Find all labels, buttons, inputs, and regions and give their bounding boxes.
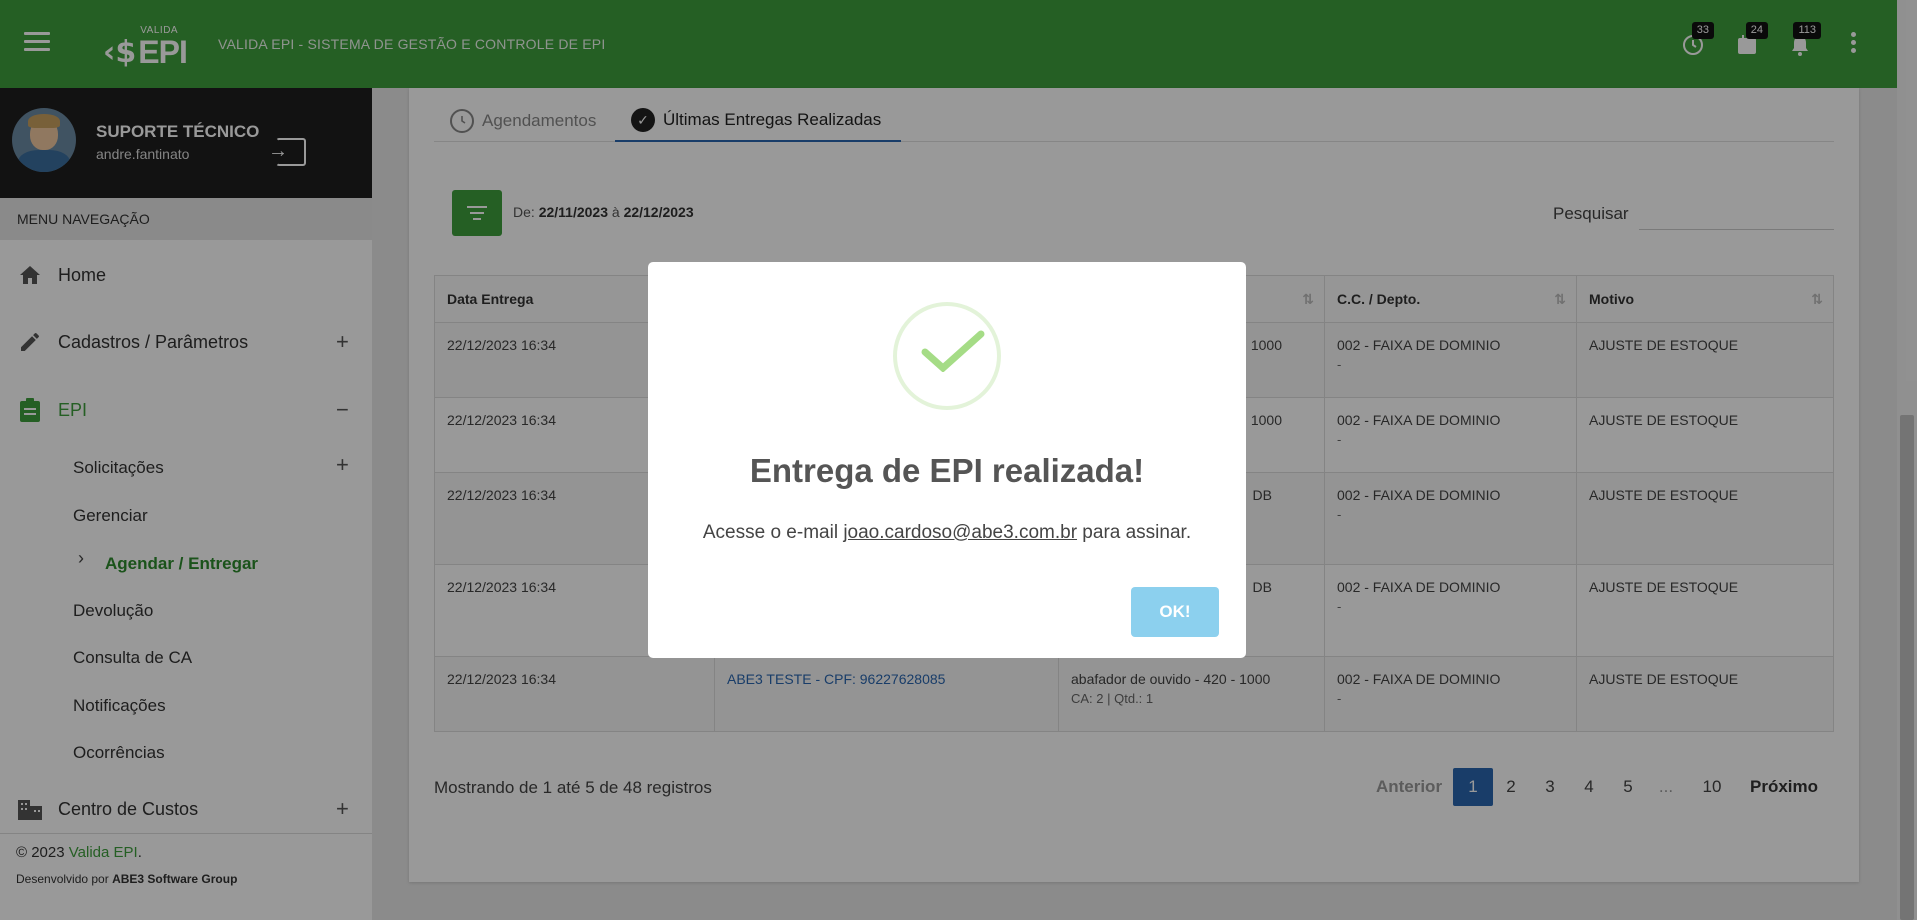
success-modal: Entrega de EPI realizada! Acesse o e-mai…	[648, 262, 1246, 658]
ok-button[interactable]: OK!	[1131, 587, 1219, 637]
success-check-icon	[921, 330, 985, 372]
modal-message: Acesse o e-mail joao.cardoso@abe3.com.br…	[702, 522, 1192, 543]
modal-title: Entrega de EPI realizada!	[749, 452, 1145, 489]
email-link[interactable]: joao.cardoso@abe3.com.br	[843, 522, 1077, 543]
